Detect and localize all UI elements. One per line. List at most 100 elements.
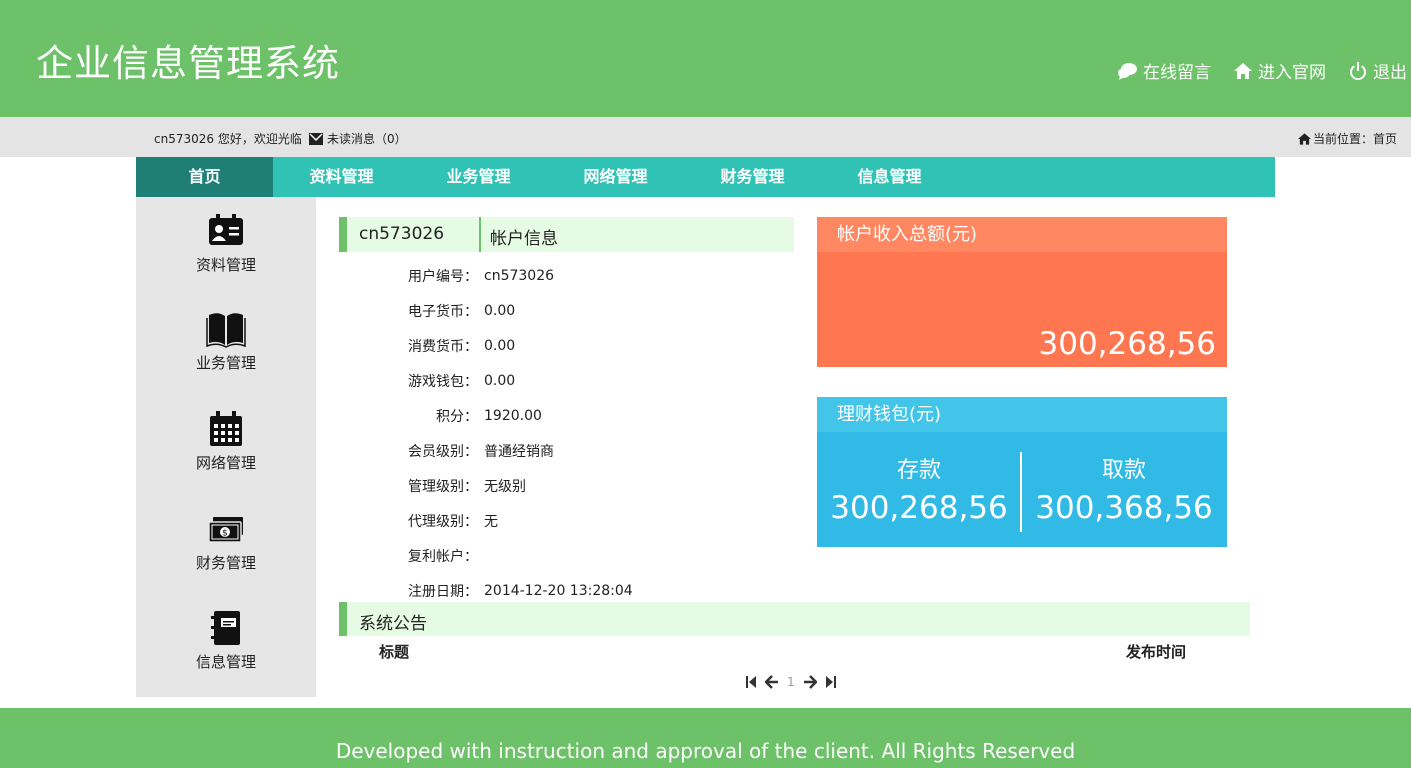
notebook-icon	[211, 611, 240, 645]
account-user-id: cn573026	[359, 224, 445, 244]
header: 企业信息管理系统 在线留言 进入官网 退出	[0, 0, 1411, 117]
account-info-title: 帐户信息	[490, 229, 558, 249]
sidebar-item-label: 业务管理	[195, 354, 256, 372]
account-info-header: cn573026 帐户信息	[339, 217, 794, 252]
info-bar: cn573026 您好，欢迎光临 未读消息（0） 当前位置：首页	[0, 117, 1411, 157]
wallet-card-title: 理财钱包(元)	[817, 397, 1227, 432]
field-value: 0.00	[484, 337, 516, 354]
nav-item-business[interactable]: 业务管理	[410, 157, 547, 197]
sidebar-item-network[interactable]: 网络管理	[136, 409, 316, 499]
field-label: 积分：	[436, 408, 478, 425]
column-header-time: 发布时间	[1126, 643, 1187, 661]
field-label: 会员级别：	[408, 443, 478, 460]
field-row: 电子货币： 0.00	[339, 293, 794, 328]
nav-item-home[interactable]: 首页	[136, 157, 273, 197]
page-number[interactable]: 1	[787, 675, 795, 689]
id-card-icon	[209, 214, 243, 245]
field-value: 无	[484, 513, 498, 530]
deposit-label: 存款	[896, 458, 941, 483]
field-label: 注册日期：	[408, 583, 478, 600]
nav-item-network[interactable]: 网络管理	[547, 157, 684, 197]
deposit-value: 300,268,56	[830, 490, 1008, 526]
header-divider	[479, 217, 481, 252]
field-label: 代理级别：	[408, 513, 478, 530]
income-card-title: 帐户收入总额(元)	[817, 217, 1227, 252]
field-label: 消费货币：	[408, 338, 478, 355]
online-message-label: 在线留言	[1143, 63, 1211, 83]
income-total-card[interactable]: 帐户收入总额(元) 300,268,56	[817, 217, 1227, 367]
field-row: 管理级别： 无级别	[339, 468, 794, 503]
account-fields: 用户编号： cn573026 电子货币： 0.00 消费货币： 0.00 游戏钱包： 0…	[339, 258, 794, 608]
sidebar-item-label: 资料管理	[195, 256, 256, 274]
field-row: 游戏钱包： 0.00	[339, 363, 794, 398]
nav-item-profile[interactable]: 资料管理	[273, 157, 410, 197]
breadcrumb-text: 当前位置：首页	[1312, 132, 1397, 146]
last-page-icon[interactable]	[825, 675, 837, 689]
column-header-title: 标题	[379, 643, 410, 661]
field-value: 0.00	[484, 302, 516, 319]
field-row: 代理级别： 无	[339, 503, 794, 538]
field-label: 电子货币：	[408, 303, 478, 320]
field-value: 1920.00	[484, 407, 542, 424]
home-icon	[1297, 132, 1311, 145]
field-label: 管理级别：	[408, 478, 478, 495]
sidebar-item-profile[interactable]: 资料管理	[136, 211, 316, 301]
withdraw-value: 300,368,56	[1035, 490, 1213, 526]
field-label: 游戏钱包：	[408, 373, 478, 390]
next-page-icon[interactable]	[803, 675, 817, 689]
prev-page-icon[interactable]	[765, 675, 779, 689]
sidebar-item-info[interactable]: 信息管理	[136, 608, 316, 698]
field-label: 复利帐户：	[408, 548, 478, 565]
field-value: 0.00	[484, 372, 516, 389]
app-title: 企业信息管理系统	[36, 42, 340, 85]
unread-messages-link[interactable]: 未读消息（0）	[309, 130, 407, 147]
sidebar-item-business[interactable]: 业务管理	[136, 309, 316, 399]
money-icon: $	[208, 517, 243, 543]
logout-label: 退出	[1373, 63, 1407, 83]
field-label: 用户编号：	[408, 268, 478, 285]
nav-item-info[interactable]: 信息管理	[821, 157, 958, 197]
svg-text:$: $	[222, 529, 228, 539]
nav-item-finance[interactable]: 财务管理	[684, 157, 821, 197]
sidebar-item-label: 财务管理	[195, 554, 256, 572]
field-value: 普通经销商	[484, 443, 554, 460]
calendar-icon	[210, 411, 242, 446]
field-value: cn573026	[484, 267, 555, 284]
field-row: 复利帐户：	[339, 538, 794, 573]
notice-title: 系统公告	[359, 614, 427, 634]
online-message-link[interactable]: 在线留言	[1118, 58, 1211, 83]
top-links: 在线留言 进入官网 退出	[1118, 58, 1407, 83]
logout-link[interactable]: 退出	[1348, 58, 1407, 83]
main-nav: 首页 资料管理 业务管理 网络管理 财务管理 信息管理	[136, 157, 1275, 197]
field-row: 积分： 1920.00	[339, 398, 794, 433]
chat-icon	[1118, 62, 1137, 80]
footer: Developed with instruction and approval …	[0, 708, 1411, 768]
withdraw-block[interactable]: 取款 300,368,56	[1022, 452, 1226, 526]
sidebar: 资料管理 业务管理 网络管理 $ 财务管理 信息管理	[136, 197, 316, 697]
first-page-icon[interactable]	[745, 675, 757, 689]
field-value: 2014-12-20 13:28:04	[484, 582, 633, 599]
sidebar-item-finance[interactable]: $ 财务管理	[136, 509, 316, 599]
welcome-text: cn573026 您好，欢迎光临	[154, 132, 302, 146]
pagination: 1	[745, 675, 837, 689]
deposit-block[interactable]: 存款 300,268,56	[817, 452, 1021, 526]
book-icon	[206, 313, 246, 348]
field-row: 消费货币： 0.00	[339, 328, 794, 363]
official-site-link[interactable]: 进入官网	[1233, 58, 1326, 83]
field-row: 用户编号： cn573026	[339, 258, 794, 293]
unread-messages-label: 未读消息（0）	[327, 132, 407, 146]
power-icon	[1350, 61, 1366, 80]
income-card-value: 300,268,56	[1038, 326, 1217, 362]
field-value: 无级别	[484, 478, 526, 495]
home-icon	[1234, 62, 1252, 79]
sidebar-item-label: 网络管理	[195, 454, 256, 472]
field-row: 会员级别： 普通经销商	[339, 433, 794, 468]
withdraw-label: 取款	[1101, 458, 1146, 483]
official-site-label: 进入官网	[1258, 63, 1326, 83]
footer-text: Developed with instruction and approval …	[335, 739, 1076, 763]
sidebar-item-label: 信息管理	[195, 653, 256, 671]
breadcrumb: 当前位置：首页	[1297, 130, 1397, 147]
wallet-card: 理财钱包(元) 存款 300,268,56 取款 300,368,56	[817, 397, 1227, 547]
envelope-icon	[309, 132, 323, 145]
notice-header: 系统公告	[339, 602, 1250, 636]
